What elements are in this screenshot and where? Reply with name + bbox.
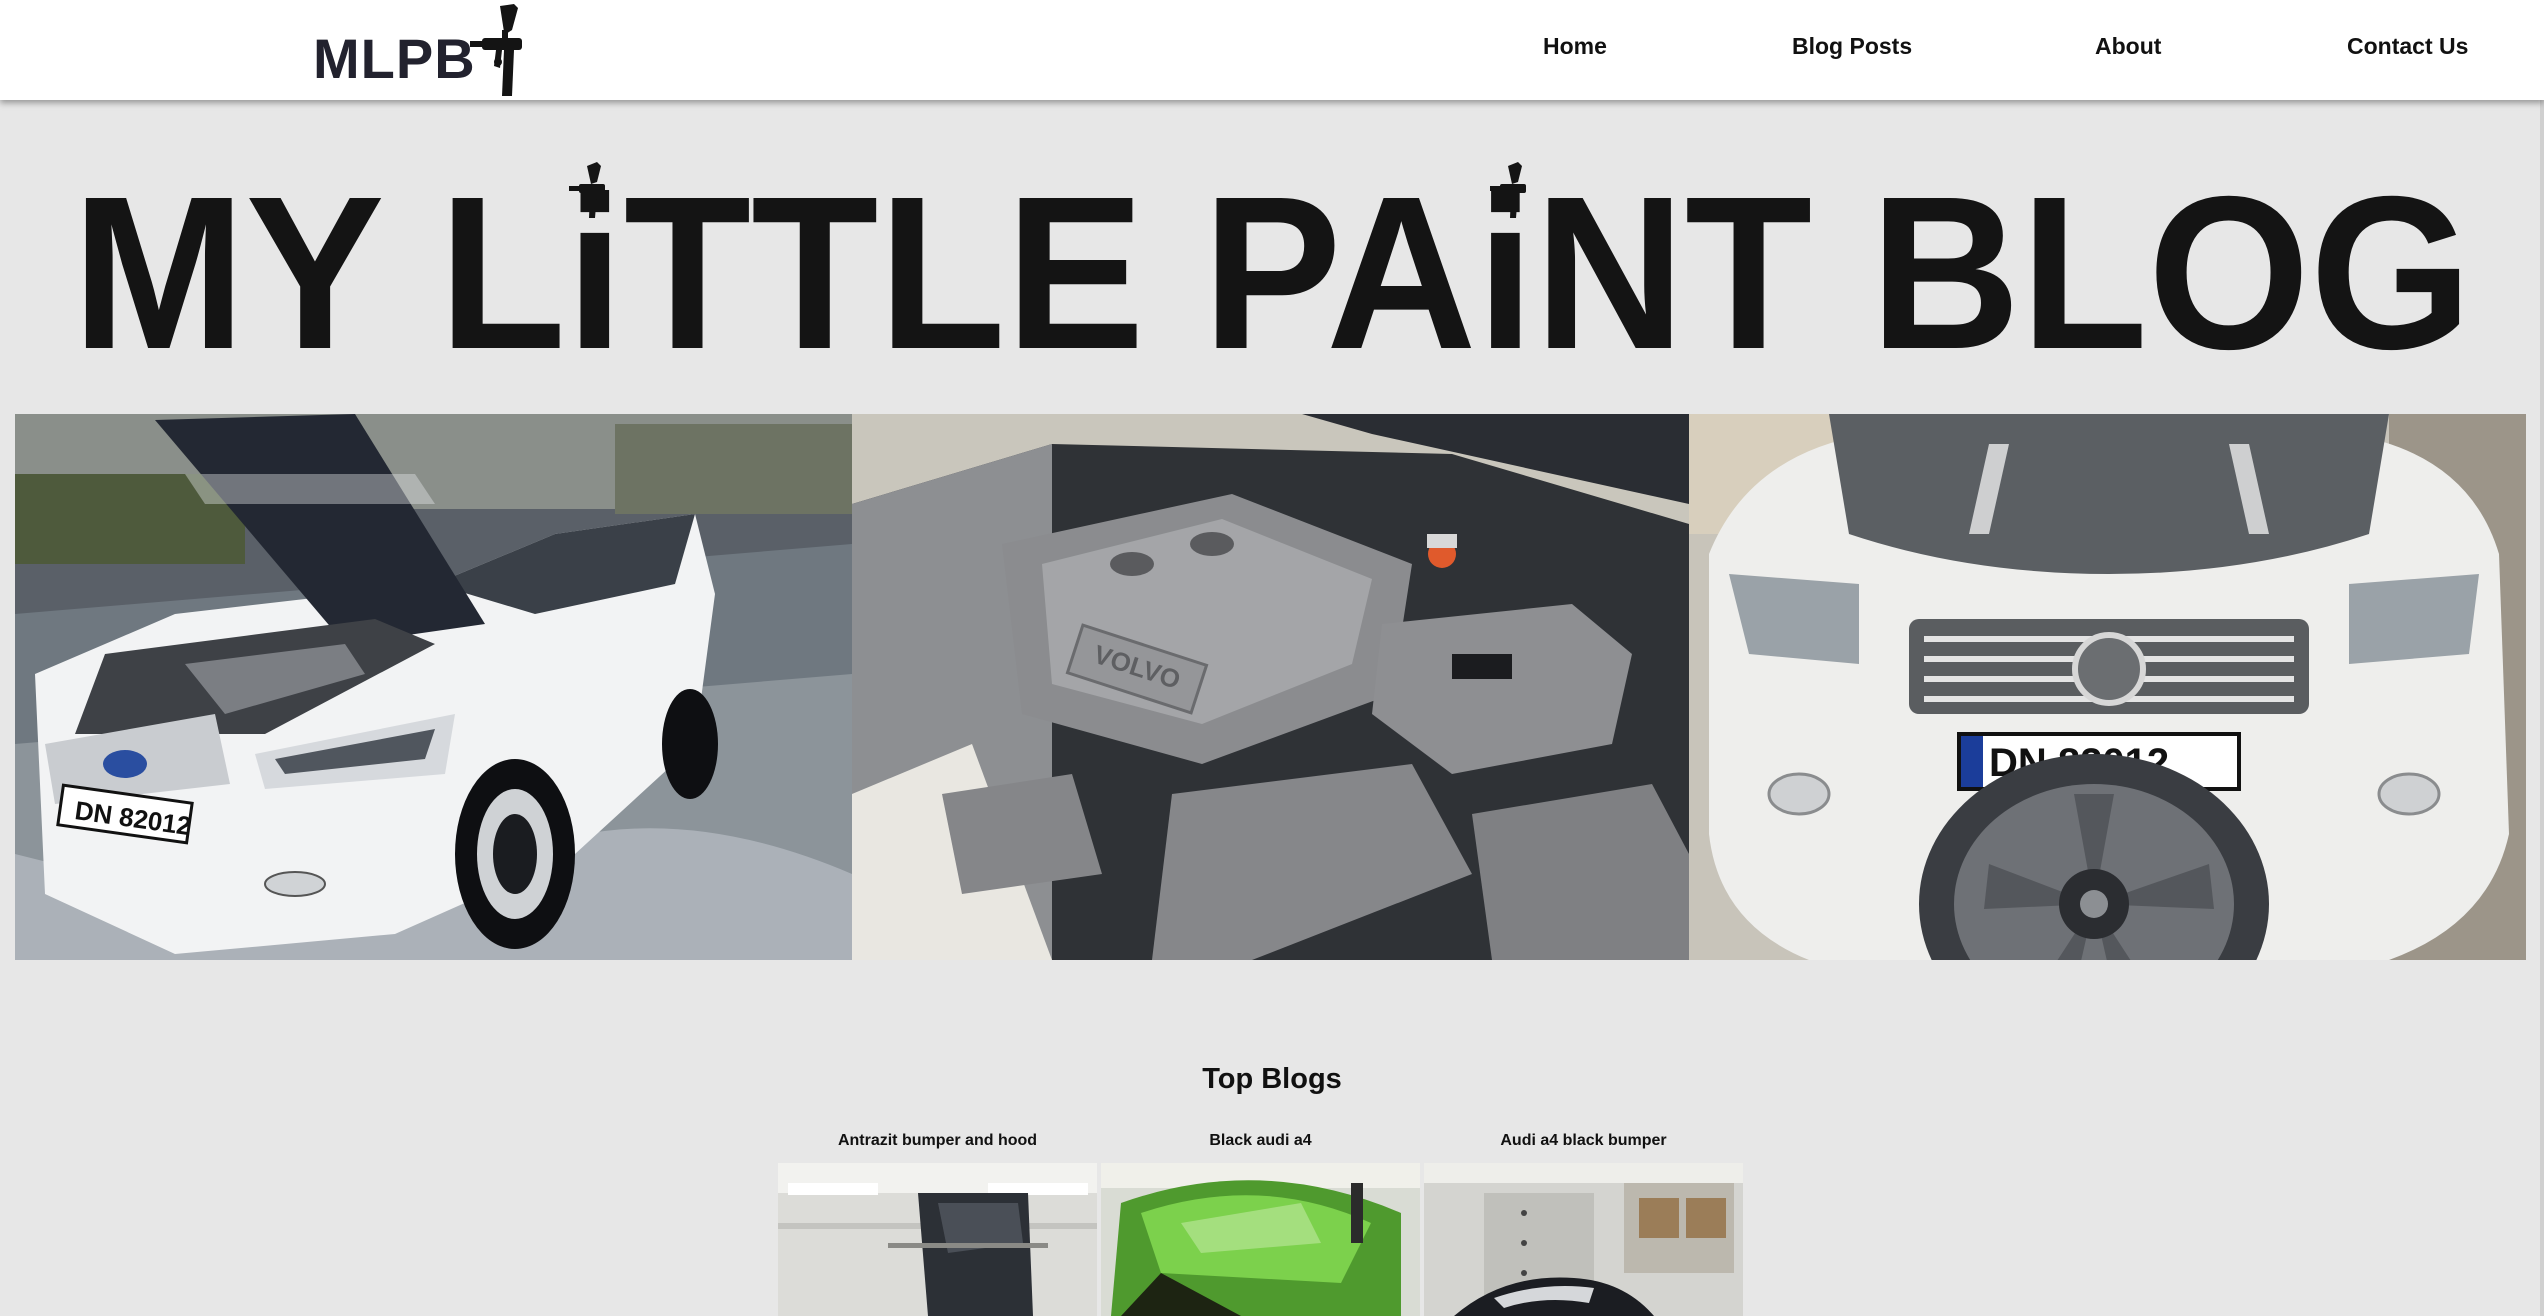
blog-thumbnail[interactable] <box>1101 1163 1420 1316</box>
blog-card-title[interactable]: Audi a4 black bumper <box>1424 1128 1743 1162</box>
blog-card-antrazit[interactable]: Antrazit bumper and hood <box>778 1128 1097 1316</box>
hero-title-text: MY LiTTLE PAiNT BLOG <box>72 160 2472 370</box>
site-logo[interactable]: MLPB <box>313 4 523 96</box>
hero-title-graphic: MY LiTTLE PAiNT BLOG <box>72 152 2472 395</box>
spray-gun-icon <box>470 4 522 96</box>
page-scrollbar[interactable] <box>2540 100 2544 1316</box>
hero-title: MY LiTTLE PAiNT BLOG <box>0 152 2544 395</box>
blog-card-audi-bumper[interactable]: Audi a4 black bumper <box>1424 1128 1743 1316</box>
logo-text: MLPB <box>313 27 476 90</box>
gallery-photo-volvo-engine: VOLVO <box>852 414 1689 960</box>
top-blogs-heading: Top Blogs <box>1202 1063 1342 1095</box>
photo-gallery: DN 82012 VOLVO <box>15 414 2526 960</box>
top-blogs-list: Antrazit bumper and hood Black audi a4 A… <box>778 1128 1744 1316</box>
blog-card-title[interactable]: Antrazit bumper and hood <box>778 1128 1097 1162</box>
nav-blog-posts[interactable]: Blog Posts <box>1792 33 1912 60</box>
blog-card-title[interactable]: Black audi a4 <box>1101 1128 1420 1162</box>
blog-card-black-audi[interactable]: Black audi a4 <box>1101 1128 1420 1316</box>
blog-thumbnail[interactable] <box>1424 1163 1743 1316</box>
nav-contact-us[interactable]: Contact Us <box>2347 33 2468 60</box>
site-header: MLPB Home Blog Posts About Contact Us <box>0 0 2544 100</box>
gallery-photo-volvo-hood-open: DN 82012 <box>15 414 852 960</box>
nav-about[interactable]: About <box>2095 33 2161 60</box>
nav-home[interactable]: Home <box>1543 33 1607 60</box>
gallery-photo-volvo-front-wheel: DN 82012 <box>1689 414 2526 960</box>
blog-thumbnail[interactable] <box>778 1163 1097 1316</box>
